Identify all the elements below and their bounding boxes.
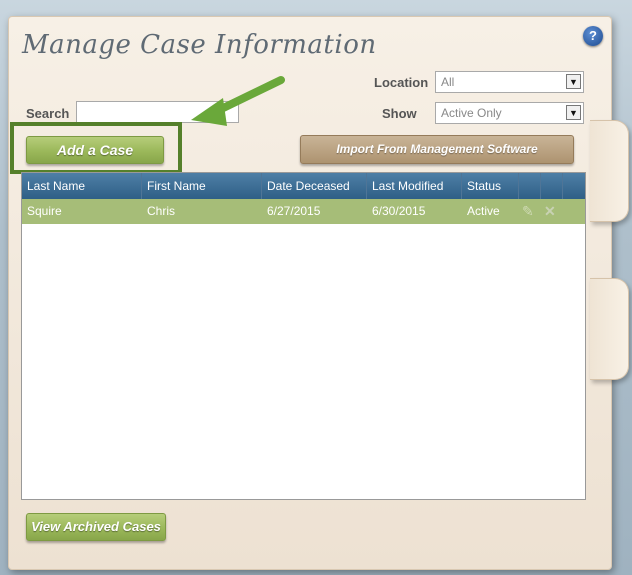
location-value: All — [441, 75, 455, 89]
column-header-first-name[interactable]: First Name — [142, 173, 262, 199]
location-select[interactable]: All ▼ — [435, 71, 584, 93]
column-header-date-deceased[interactable]: Date Deceased — [262, 173, 367, 199]
column-header-delete — [541, 173, 563, 199]
pencil-icon[interactable]: ✎ — [522, 203, 538, 219]
cases-table: Last Name First Name Date Deceased Last … — [21, 172, 586, 500]
location-label: Location — [374, 75, 429, 90]
column-header-edit — [519, 173, 541, 199]
side-tab-1[interactable] — [590, 120, 629, 222]
search-label: Search — [26, 106, 70, 121]
show-label: Show — [382, 106, 417, 121]
column-header-last-modified[interactable]: Last Modified — [367, 173, 462, 199]
delete-x-icon[interactable]: ✕ — [544, 203, 560, 219]
show-select[interactable]: Active Only ▼ — [435, 102, 584, 124]
import-button[interactable]: Import From Management Software — [300, 135, 574, 164]
table-row[interactable]: Squire Chris 6/27/2015 6/30/2015 Active … — [22, 199, 585, 224]
chevron-down-icon[interactable]: ▼ — [566, 105, 581, 120]
view-archived-cases-button[interactable]: View Archived Cases — [26, 513, 166, 541]
cell-status: Active — [467, 204, 500, 218]
show-value: Active Only — [441, 106, 502, 120]
column-header-last-name[interactable]: Last Name — [22, 173, 142, 199]
page-title: Manage Case Information — [22, 30, 377, 60]
green-arrow-icon — [191, 76, 285, 126]
add-case-button[interactable]: Add a Case — [26, 136, 164, 164]
side-tab-2[interactable] — [590, 278, 629, 380]
column-header-status[interactable]: Status — [462, 173, 519, 199]
cell-last-modified: 6/30/2015 — [372, 204, 426, 218]
cell-first-name: Chris — [147, 204, 176, 218]
cell-date-deceased: 6/27/2015 — [267, 204, 321, 218]
cell-last-name: Squire — [27, 204, 62, 218]
help-icon[interactable]: ? — [583, 26, 603, 46]
chevron-down-icon[interactable]: ▼ — [566, 74, 581, 89]
table-header: Last Name First Name Date Deceased Last … — [22, 173, 585, 199]
